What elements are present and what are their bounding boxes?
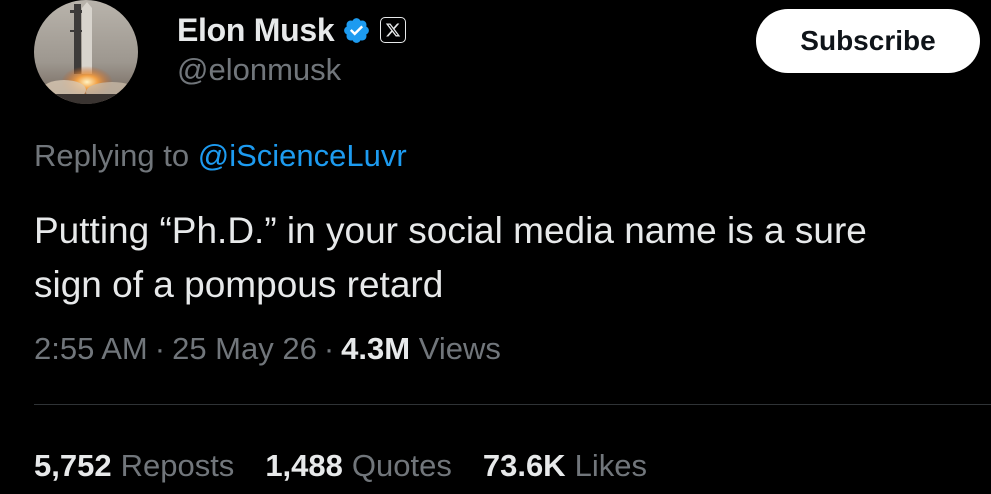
likes-stat[interactable]: 73.6K Likes xyxy=(483,448,647,484)
verified-check-icon[interactable] xyxy=(342,16,371,45)
replying-to: Replying to @iScienceLuvr xyxy=(34,138,407,174)
reposts-stat[interactable]: 5,752 Reposts xyxy=(34,448,234,484)
divider xyxy=(34,404,991,405)
tweet-text: Putting “Ph.D.” in your social media nam… xyxy=(34,204,991,312)
tweet-time[interactable]: 2:55 AM xyxy=(34,331,148,366)
author-display-name[interactable]: Elon Musk xyxy=(177,12,335,49)
quotes-stat[interactable]: 1,488 Quotes xyxy=(265,448,452,484)
replying-to-label: Replying to xyxy=(34,138,190,173)
avatar-image xyxy=(34,0,138,104)
meta-separator: · xyxy=(323,331,335,366)
author-name-row: Elon Musk xyxy=(177,10,407,50)
tweet-date[interactable]: 25 May 26 xyxy=(172,331,317,366)
subscribe-button[interactable]: Subscribe xyxy=(756,9,980,73)
likes-count: 73.6K xyxy=(482,448,566,483)
reply-mention-link[interactable]: @iScienceLuvr xyxy=(198,138,407,173)
author-handle[interactable]: @elonmusk xyxy=(177,52,341,88)
tweet-text-line: Putting “Ph.D.” in your social media nam… xyxy=(34,210,867,251)
tweet-meta: 2:55 AM · 25 May 26 · 4.3M Views xyxy=(34,331,501,367)
engagement-stats: 5,752 Reposts 1,488 Quotes 73.6K Likes xyxy=(34,448,678,484)
likes-label: Likes xyxy=(574,448,647,483)
views-label: Views xyxy=(418,331,501,366)
reposts-label: Reposts xyxy=(120,448,235,483)
tweet-text-line: sign of a pompous retard xyxy=(34,264,444,305)
avatar[interactable] xyxy=(34,0,138,104)
x-logo-icon[interactable] xyxy=(380,17,407,43)
reposts-count: 5,752 xyxy=(34,448,112,483)
meta-separator: · xyxy=(154,331,166,366)
quotes-count: 1,488 xyxy=(265,448,343,483)
views-count: 4.3M xyxy=(341,331,411,366)
quotes-label: Quotes xyxy=(351,448,452,483)
